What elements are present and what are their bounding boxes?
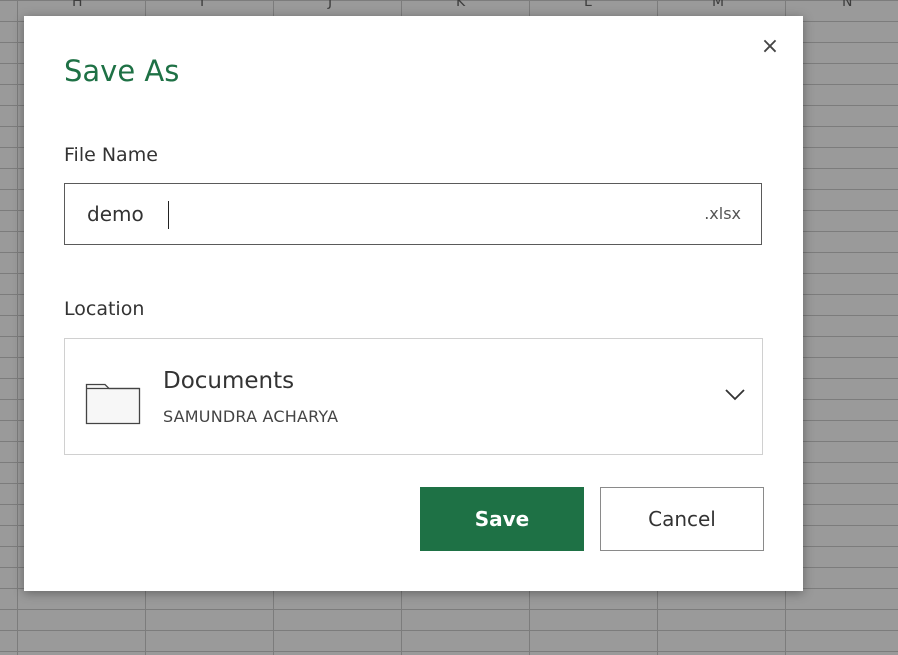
folder-icon xyxy=(85,379,141,429)
column-header-i: I xyxy=(200,0,205,10)
text-cursor xyxy=(168,201,169,229)
location-dropdown[interactable]: Documents SAMUNDRA ACHARYA xyxy=(64,338,763,455)
chevron-down-icon xyxy=(724,387,746,406)
location-folder-name: Documents xyxy=(163,368,295,394)
dialog-title: Save As xyxy=(64,54,180,88)
file-name-input[interactable] xyxy=(87,198,647,230)
column-header-k: K xyxy=(456,0,466,10)
file-name-label: File Name xyxy=(64,144,158,166)
column-header-l: L xyxy=(584,0,592,10)
location-owner: SAMUNDRA ACHARYA xyxy=(163,407,339,426)
column-header-j: J xyxy=(328,0,333,10)
column-header-h: H xyxy=(72,0,83,10)
close-icon[interactable]: × xyxy=(759,36,781,58)
column-header-n: N xyxy=(842,0,853,10)
cancel-button[interactable]: Cancel xyxy=(600,487,764,551)
location-label: Location xyxy=(64,298,145,320)
file-extension: .xlsx xyxy=(704,204,741,223)
save-button[interactable]: Save xyxy=(420,487,584,551)
save-as-dialog: × Save As File Name .xlsx Location Docum… xyxy=(24,16,803,591)
column-header-m: M xyxy=(712,0,725,10)
file-name-field[interactable]: .xlsx xyxy=(64,183,762,245)
